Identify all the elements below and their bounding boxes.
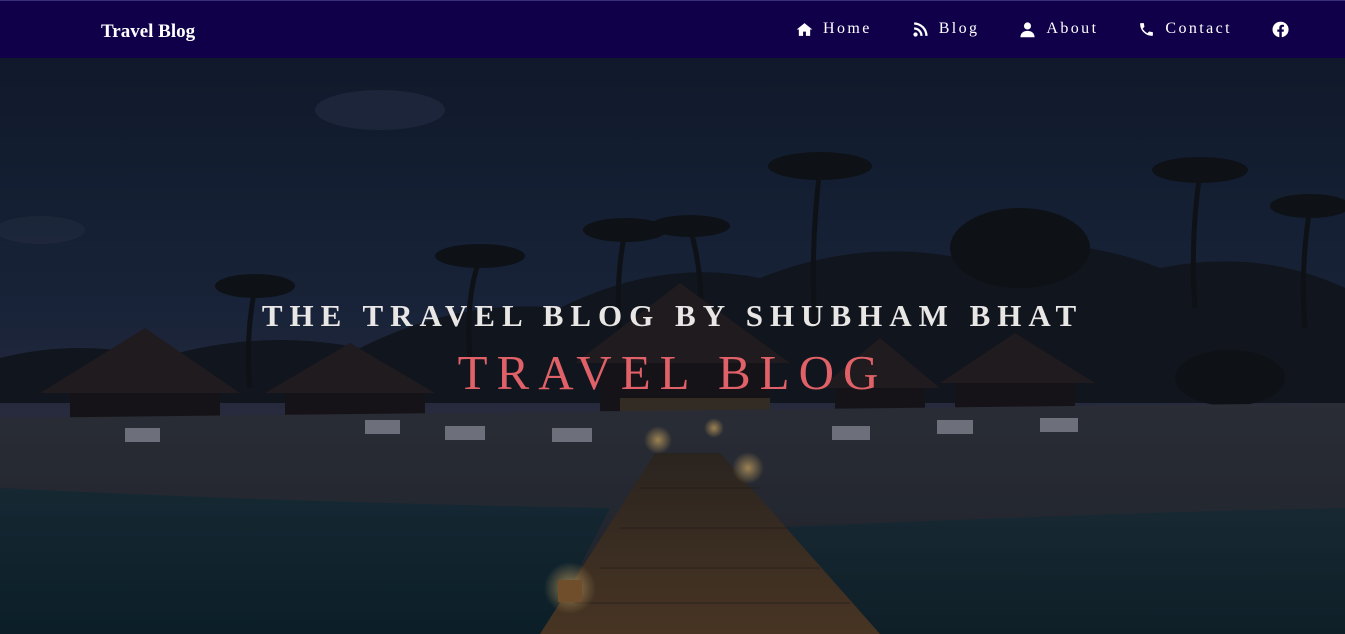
hero-subtitle: THE TRAVEL BLOG BY SHUBHAM BHAT <box>261 298 1084 333</box>
brand-link[interactable]: Travel Blog <box>101 21 195 43</box>
phone-icon <box>1140 22 1154 36</box>
nav-home-link[interactable]: Home <box>796 20 872 38</box>
top-navbar: Travel Blog Home Blog About Contact <box>0 0 1345 58</box>
nav-about-label: About <box>1046 20 1099 37</box>
home-icon <box>796 22 813 36</box>
nav-contact-label: Contact <box>1165 20 1232 37</box>
nav-contact-link[interactable]: Contact <box>1138 20 1232 38</box>
nav-home-label: Home <box>823 20 872 37</box>
blog-feed-icon <box>913 21 928 37</box>
hero-title: TRAVEL BLOG <box>457 345 888 400</box>
facebook-icon <box>1272 21 1289 37</box>
hero-section: THE TRAVEL BLOG BY SHUBHAM BHAT TRAVEL B… <box>0 58 1345 634</box>
user-icon <box>1020 21 1036 37</box>
nav-facebook-link[interactable] <box>1272 21 1289 38</box>
nav-blog-link[interactable]: Blog <box>912 20 980 38</box>
nav-about-link[interactable]: About <box>1019 20 1098 38</box>
nav-links: Home Blog About Contact <box>796 20 1289 38</box>
nav-blog-label: Blog <box>938 20 980 37</box>
